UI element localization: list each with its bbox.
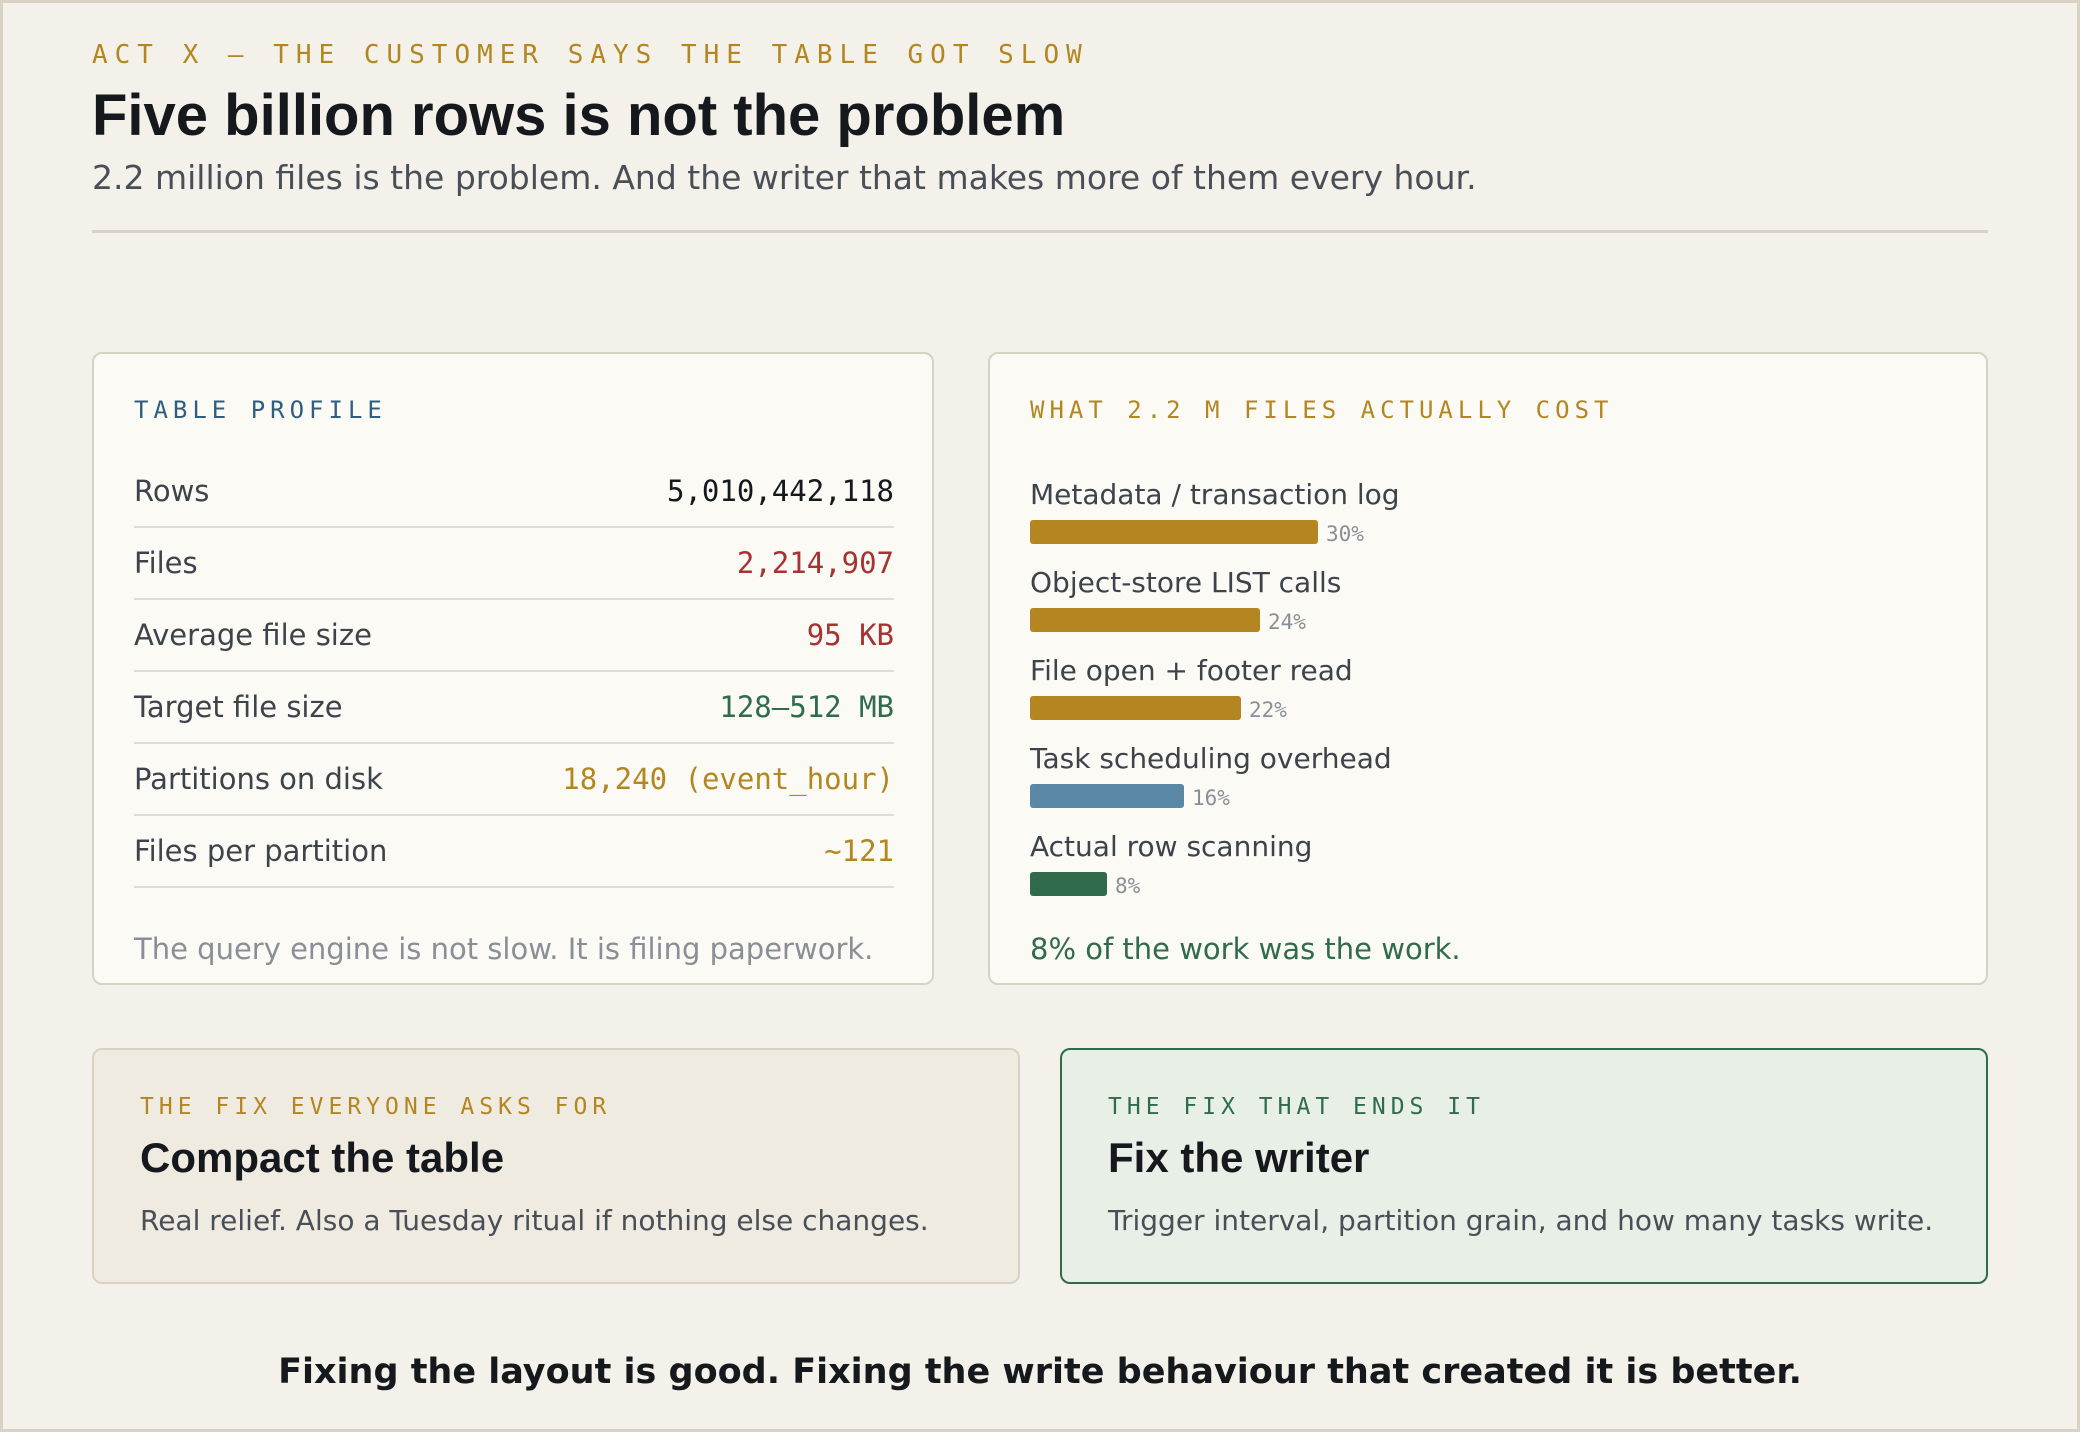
profile-value: 18,240 (event_hour): [562, 762, 894, 796]
profile-row-files-per-partition: Files per partition ~121: [134, 816, 894, 888]
file-cost-card: WHAT 2.2 M FILES ACTUALLY COST Metadata …: [988, 352, 1988, 985]
profile-key: Rows: [134, 474, 210, 508]
cost-bar-label: Metadata / transaction log: [1030, 478, 1400, 511]
cost-bar-track: [1030, 696, 1990, 720]
fix-writer-title: Fix the writer: [1108, 1134, 1370, 1181]
profile-value: 95 KB: [806, 618, 894, 652]
page-subtitle: 2.2 million files is the problem. And th…: [92, 158, 1477, 197]
cost-bar-percent: 24%: [1268, 610, 1306, 634]
fix-compact-card: THE FIX EVERYONE ASKS FOR Compact the ta…: [92, 1048, 1020, 1284]
profile-key: Target file size: [134, 690, 343, 724]
cost-bar-percent: 30%: [1326, 522, 1364, 546]
profile-row-avg-size: Average file size 95 KB: [134, 600, 894, 672]
cost-bar-fill: [1030, 784, 1184, 808]
cost-bar-percent: 8%: [1115, 874, 1141, 898]
profile-key: Partitions on disk: [134, 762, 383, 796]
cost-bar-track: [1030, 872, 1990, 896]
profile-value: ~121: [824, 834, 894, 868]
table-profile-card: TABLE PROFILE Rows 5,010,442,118 Files 2…: [92, 352, 934, 985]
profile-key: Files per partition: [134, 834, 388, 868]
fix-writer-label: THE FIX THAT ENDS IT: [1108, 1094, 1485, 1120]
table-profile-list: Rows 5,010,442,118 Files 2,214,907 Avera…: [134, 456, 894, 888]
cost-bar-fill: [1030, 520, 1318, 544]
file-cost-label: WHAT 2.2 M FILES ACTUALLY COST: [1030, 396, 1614, 424]
fix-compact-label: THE FIX EVERYONE ASKS FOR: [140, 1094, 612, 1120]
profile-row-target-size: Target file size 128–512 MB: [134, 672, 894, 744]
cost-bar-label: Task scheduling overhead: [1030, 742, 1392, 775]
header-divider: [92, 230, 1988, 233]
file-cost-bars: Metadata / transaction log 30% Object-stor…: [1030, 478, 1930, 918]
page-title: Five billion rows is not the problem: [92, 83, 1066, 148]
fix-compact-desc: Real relief. Also a Tuesday ritual if no…: [140, 1204, 929, 1237]
cost-bar-label: File open + footer read: [1030, 654, 1353, 687]
fix-compact-title: Compact the table: [140, 1134, 505, 1181]
cost-bar-percent: 22%: [1249, 698, 1287, 722]
profile-key: Files: [134, 546, 198, 580]
file-cost-note: 8% of the work was the work.: [1030, 932, 1461, 966]
profile-value: 128–512 MB: [719, 690, 894, 724]
cost-bar-track: [1030, 520, 1990, 544]
cost-bar-item: Task scheduling overhead 16%: [1030, 742, 1930, 830]
cost-bar-track: [1030, 608, 1990, 632]
eyebrow: ACT X — THE CUSTOMER SAYS THE TABLE GOT …: [92, 40, 1089, 70]
cost-bar-item: Metadata / transaction log 30%: [1030, 478, 1930, 566]
cost-bar-item: Actual row scanning 8%: [1030, 830, 1930, 918]
profile-row-rows: Rows 5,010,442,118: [134, 456, 894, 528]
fix-writer-card: THE FIX THAT ENDS IT Fix the writer Trig…: [1060, 1048, 1988, 1284]
cost-bar-fill: [1030, 696, 1241, 720]
cost-bar-percent: 16%: [1192, 786, 1230, 810]
cost-bar-label: Actual row scanning: [1030, 830, 1313, 863]
profile-row-files: Files 2,214,907: [134, 528, 894, 600]
cost-bar-label: Object-store LIST calls: [1030, 566, 1342, 599]
fix-writer-desc: Trigger interval, partition grain, and h…: [1108, 1204, 1934, 1237]
footer-takeaway: Fixing the layout is good. Fixing the wr…: [278, 1352, 1802, 1392]
cost-bar-track: [1030, 784, 1990, 808]
profile-value: 2,214,907: [736, 546, 894, 580]
cost-bar-item: Object-store LIST calls 24%: [1030, 566, 1930, 654]
cost-bar-fill: [1030, 608, 1260, 632]
profile-value: 5,010,442,118: [667, 474, 894, 508]
cost-bar-item: File open + footer read 22%: [1030, 654, 1930, 742]
cost-bar-fill: [1030, 872, 1107, 896]
profile-key: Average file size: [134, 618, 372, 652]
table-profile-label: TABLE PROFILE: [134, 396, 387, 424]
profile-row-partitions: Partitions on disk 18,240 (event_hour): [134, 744, 894, 816]
table-profile-note: The query engine is not slow. It is fili…: [134, 932, 874, 966]
